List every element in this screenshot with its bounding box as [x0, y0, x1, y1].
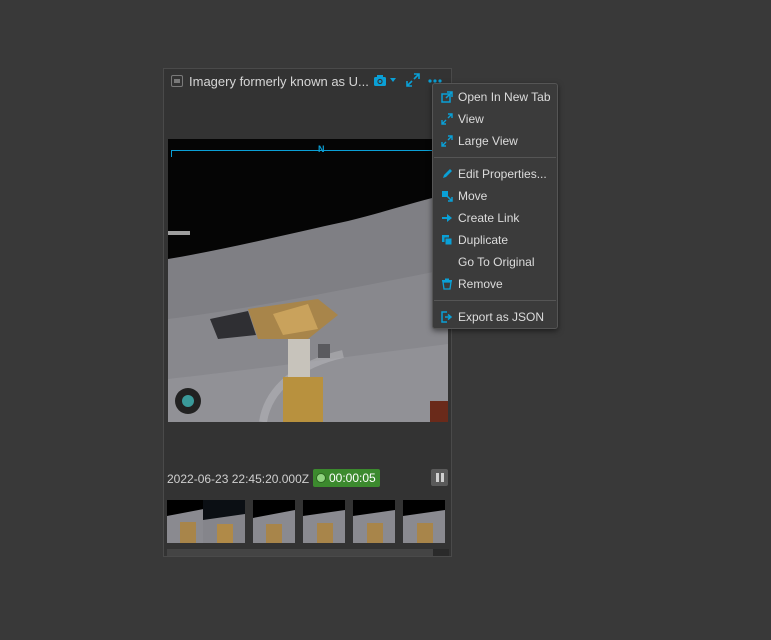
menu-item-edit-properties[interactable]: Edit Properties...: [433, 163, 557, 185]
trash-icon: [442, 278, 452, 290]
thumbnail-strip: [167, 500, 449, 543]
imagery-panel: Imagery formerly known as U... N 2022-06…: [163, 68, 452, 557]
link-arrow-icon: [442, 214, 452, 222]
pencil-icon: [443, 169, 452, 178]
menu-separator: [434, 300, 556, 301]
compass-line: [171, 150, 446, 157]
clock-icon: [316, 473, 326, 483]
thumbnail-scrollbar[interactable]: [167, 549, 449, 556]
expand-icon[interactable]: [406, 73, 420, 87]
menu-item-create-link[interactable]: Create Link: [433, 207, 557, 229]
lunar-surface-image: [168, 139, 448, 422]
menu-item-view[interactable]: View: [433, 108, 557, 130]
scrollbar-thumb[interactable]: [167, 549, 433, 556]
open-new-tab-icon: [441, 91, 453, 103]
duration-badge: 00:00:05: [313, 469, 380, 487]
large-expand-icon: [441, 135, 453, 147]
duration-label: 00:00:05: [329, 471, 376, 485]
duplicate-icon: [442, 235, 453, 246]
thumbnail[interactable]: [303, 500, 345, 543]
imagery-viewer[interactable]: N: [168, 139, 448, 422]
menu-item-large-view[interactable]: Large View: [433, 130, 557, 152]
compass-north-label: N: [318, 144, 325, 154]
timestamp: 2022-06-23 22:45:20.000Z: [167, 472, 310, 486]
menu-item-remove[interactable]: Remove: [433, 273, 557, 295]
thumbnail[interactable]: [403, 500, 445, 543]
menu-item-export-json[interactable]: Export as JSON: [433, 306, 557, 328]
menu-item-go-to-original[interactable]: Go To Original: [433, 251, 557, 273]
playback-bar: 2022-06-23 22:45:20.000Z 00:00:05: [164, 467, 451, 491]
thumbnail[interactable]: [353, 500, 395, 543]
panel-title: Imagery formerly known as U...: [189, 74, 369, 89]
camera-icon[interactable]: [373, 73, 387, 87]
panel-header: Imagery formerly known as U...: [164, 69, 451, 95]
export-icon: [441, 311, 453, 323]
thumbnail[interactable]: [253, 500, 295, 543]
folder-icon: [171, 75, 183, 87]
menu-item-move[interactable]: Move: [433, 185, 557, 207]
thumbnail[interactable]: [203, 500, 245, 543]
menu-item-open-new-tab[interactable]: Open In New Tab: [433, 86, 557, 108]
expand-icon: [441, 113, 453, 125]
menu-separator: [434, 157, 556, 158]
context-menu: Open In New Tab View Large View Edit Pro…: [432, 83, 558, 329]
menu-item-duplicate[interactable]: Duplicate: [433, 229, 557, 251]
chevron-down-icon[interactable]: [389, 77, 397, 83]
pause-button[interactable]: [431, 469, 448, 486]
move-icon: [442, 191, 453, 202]
